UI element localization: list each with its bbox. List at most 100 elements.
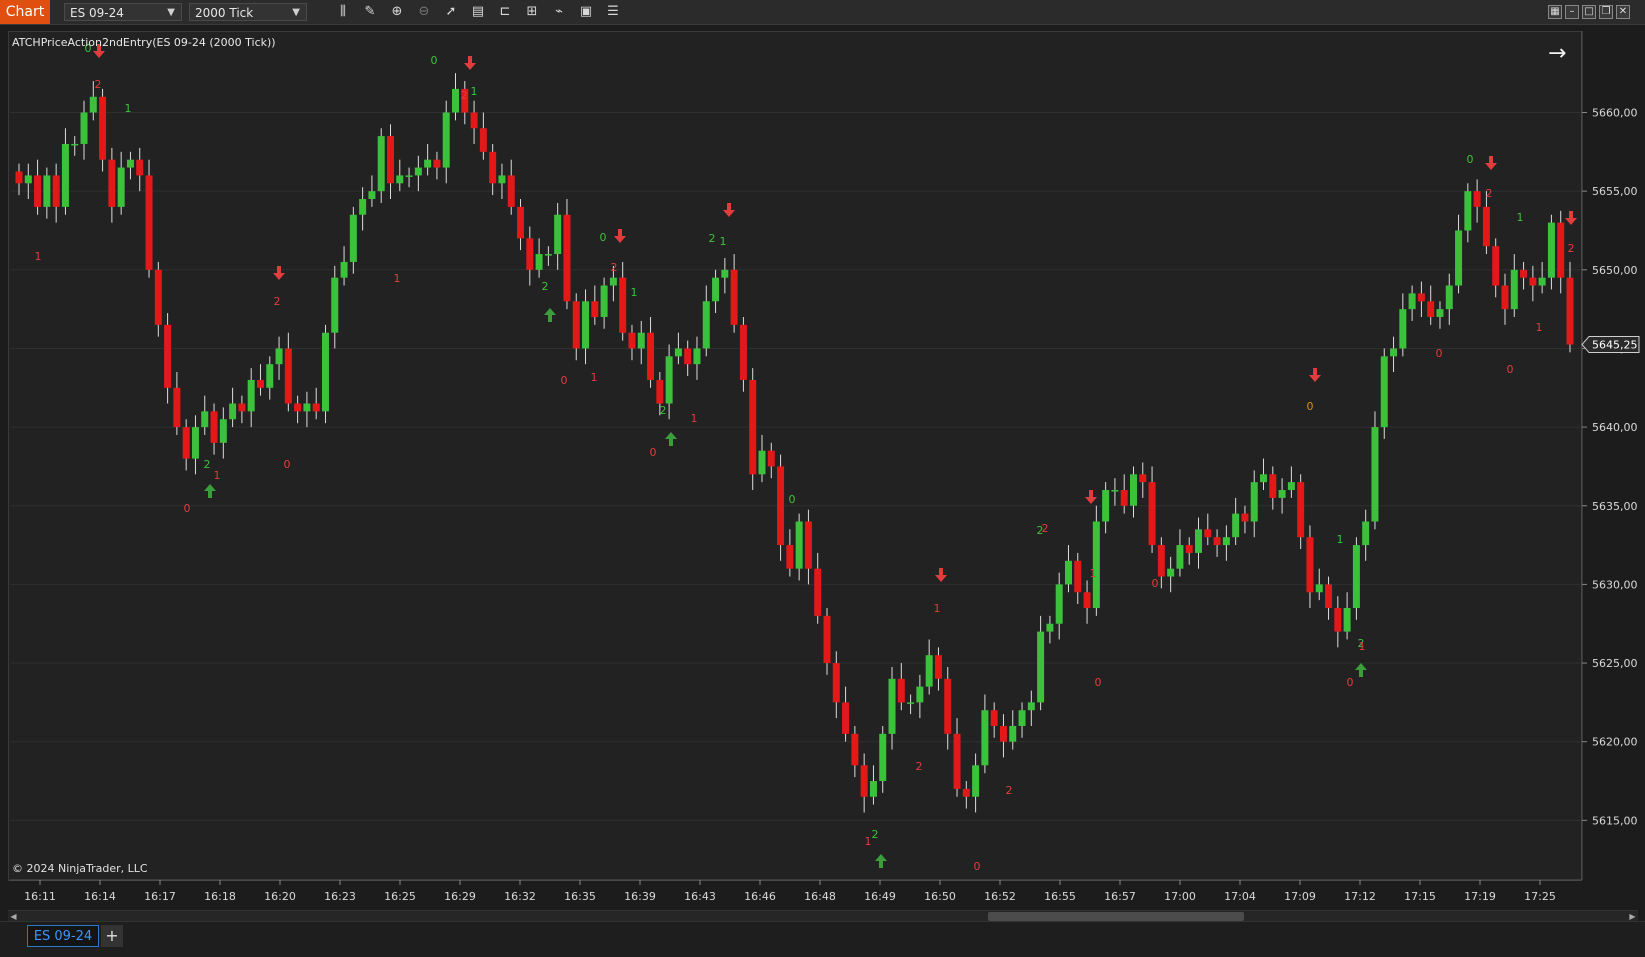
scroll-thumb[interactable] [988,912,1244,921]
signal-label: 1 [394,272,401,285]
signal-label: 1 [720,235,727,248]
candle-body [832,663,840,703]
candle-body [182,427,190,459]
signal-label: 0 [1307,400,1314,413]
sell-arrow-icon [1309,368,1321,382]
sell-arrow-icon [1485,156,1497,170]
candle-body [1436,309,1444,317]
time-axis-label: 16:17 [144,890,176,903]
candle-body [1009,725,1017,742]
current-price-label: 5645,25 [1592,339,1638,352]
candle-body [201,411,209,428]
time-axis-label: 16:49 [864,890,896,903]
candle-body [767,450,775,467]
candle-body [897,678,905,703]
candle-body [80,112,88,144]
time-axis-label: 16:48 [804,890,836,903]
price-axis-label: 5630,00 [1592,578,1638,591]
candle-body [1120,490,1128,506]
time-axis-label: 17:15 [1404,890,1436,903]
signal-label: 1 [865,835,872,848]
time-axis-label: 16:29 [444,890,476,903]
time-axis-label: 16:23 [324,890,356,903]
candle-body [1371,427,1379,522]
time-axis-label: 16:52 [984,890,1016,903]
buy-arrow-icon [875,854,887,868]
candle-body [934,655,942,679]
signal-label: 0 [1152,577,1159,590]
candle-body [368,191,376,200]
candle-body [758,450,766,475]
signal-label: 1 [1517,211,1524,224]
sell-arrow-icon [464,56,476,70]
candle-body [684,348,692,365]
price-chart[interactable]: 021122100102 120 10212012 10221002121200120… [0,0,1645,956]
candle-body [916,686,924,703]
candle-body [405,175,413,177]
candle-body [154,269,162,325]
candle-body [1547,222,1555,278]
candle-body [1129,474,1137,506]
candle-body [1445,285,1453,310]
candle-body [1195,529,1203,553]
add-tab-button[interactable]: + [101,925,123,947]
candle-body [665,356,673,404]
candle-body [1222,537,1230,546]
candle-body [1148,482,1156,546]
candle-body [1185,545,1193,553]
candle-body [637,332,645,349]
signal-label: 1 [631,286,638,299]
candle-body [238,403,246,412]
candle-body [1334,607,1342,632]
time-axis-label: 17:12 [1344,890,1376,903]
signal-label: 0 [1095,676,1102,689]
candle-body [229,403,237,420]
signal-label: 1 [591,371,598,384]
time-axis-label: 16:35 [564,890,596,903]
candle-body [1557,222,1565,278]
tab-instrument[interactable]: ES 09-24 [27,925,99,947]
candle-body [1566,277,1574,345]
candle-body [247,379,255,412]
time-axis-label: 16:43 [684,890,716,903]
candle-body [99,96,107,160]
time-axis-label: 16:39 [624,890,656,903]
candle-body [1352,545,1360,608]
candle-body [1027,702,1035,711]
candle-body [1083,592,1091,608]
time-axis-label: 17:25 [1524,890,1556,903]
candle-body [266,364,274,388]
candle-body [1427,301,1435,317]
candle-body [656,379,664,404]
bottom-tab-bar [0,921,1645,957]
signal-label: 1 [214,469,221,482]
candle-body [944,678,952,734]
price-axis-label: 5660,00 [1592,107,1638,120]
candle-body [1260,474,1268,483]
candle-body [386,136,394,184]
candle-body [1213,537,1221,546]
candle-body [600,285,608,317]
candle-body [712,277,720,302]
price-axis-label: 5615,00 [1592,814,1638,827]
copyright-notice: © 2024 NinjaTrader, LLC [12,862,148,875]
time-axis-label: 17:19 [1464,890,1496,903]
candle-body [173,387,181,428]
candle-body [164,324,172,388]
candle-body [1037,631,1045,703]
scroll-to-latest-icon[interactable]: → [1548,41,1566,66]
candle-body [609,277,617,286]
candle-body [851,733,859,766]
candle-body [256,379,264,388]
candle-body [517,206,525,239]
candle-body [1269,474,1277,498]
candle-body [1399,309,1407,349]
candle-body [1362,521,1370,546]
signal-label: 2 [1486,187,1493,200]
signal-label: 1 [1090,567,1097,580]
candle-body [191,427,199,459]
candle-body [674,348,682,357]
time-axis-label: 17:09 [1284,890,1316,903]
candle-body [739,324,747,380]
candle-body [1325,584,1333,608]
